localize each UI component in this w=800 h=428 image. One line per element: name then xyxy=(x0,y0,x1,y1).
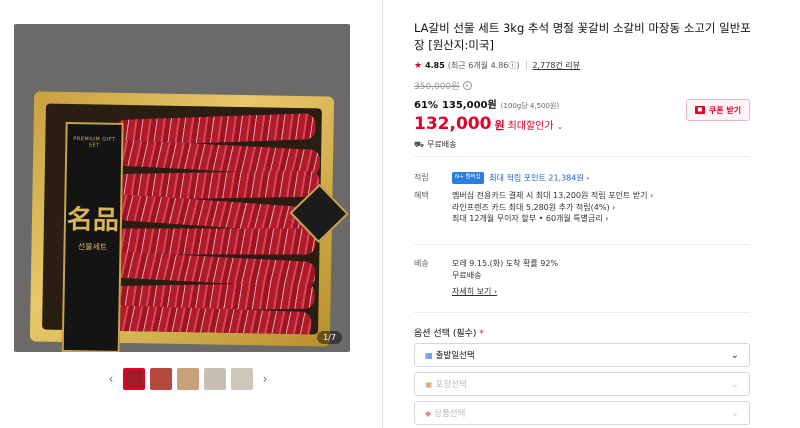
packaging-select[interactable]: ▣ 포장선택 ⌄ xyxy=(414,372,750,396)
points-body[interactable]: N+ 멤버십 최대 적립 포인트 21,384원 › xyxy=(452,172,752,184)
best-price: 132,000 xyxy=(414,114,492,134)
sale-price: 135,000원 xyxy=(441,100,497,111)
truck-icon: ⛟ xyxy=(414,139,425,149)
benefit-item[interactable]: 최대 12개월 무이자 할부 • 60개월 특별금리 › xyxy=(452,213,752,225)
product-info: LA갈비 선물 세트 3kg 추석 명절 꽃갈비 소갈비 마장동 소고기 일반포… xyxy=(414,20,754,150)
section-divider xyxy=(414,312,750,313)
star-icon: ★ xyxy=(414,60,423,71)
departure-date-select[interactable]: ▦ 출발일선택 ⌄ xyxy=(414,343,750,367)
thumbnail-5[interactable] xyxy=(231,368,253,390)
meat-strip xyxy=(103,228,316,255)
thumbnail-3[interactable] xyxy=(177,368,199,390)
rating-separator xyxy=(525,61,527,70)
label-hanja: 名品 xyxy=(66,204,120,236)
coupon-icon: ◼ xyxy=(694,106,705,114)
benefit-item[interactable]: 라인프렌즈 카드 최대 5,280원 추가 적립(4%) › xyxy=(452,202,752,214)
section-divider xyxy=(414,244,750,245)
best-price-won: 원 xyxy=(494,119,505,132)
thumbnail-4[interactable] xyxy=(204,368,226,390)
product-title: LA갈비 선물 세트 3kg 추석 명절 꽃갈비 소갈비 마장동 소고기 일반포… xyxy=(414,21,751,52)
calendar-icon: ▦ xyxy=(425,350,433,360)
prev-arrow-icon[interactable]: ‹ xyxy=(104,368,118,390)
product-main-image[interactable]: PREMIUM GIFT SET 名品 선물세트 1/7 xyxy=(14,24,350,352)
select-label: 출발일선택 xyxy=(435,351,475,361)
select-label: 포장선택 xyxy=(435,380,467,390)
delivery-label: 배송 xyxy=(414,259,429,268)
premium-gift-label: PREMIUM GIFT SET 名品 선물세트 xyxy=(61,121,124,352)
chevron-down-icon: ⌄ xyxy=(730,407,739,419)
chevron-down-icon: ⌄ xyxy=(730,349,739,361)
original-price-row: 350,000원 i xyxy=(414,79,754,92)
rating-row: ★ 4.85 (최근 6개월 4.86ⓘ) 2,778건 리뷰 xyxy=(414,60,754,71)
benefit-item[interactable]: 멤버십 전용카드 결제 시 최대 13,200원 적립 포인트 받기 › xyxy=(452,190,752,202)
rating-score: 4.85 xyxy=(425,61,445,70)
membership-badge: N+ 멤버십 xyxy=(452,172,484,184)
image-counter: 1/7 xyxy=(317,331,342,344)
shipping-row: ⛟ 무료배송 xyxy=(414,139,754,150)
next-arrow-icon[interactable]: › xyxy=(258,368,272,390)
chevron-down-icon: ⌄ xyxy=(730,378,739,390)
gift-icon: ▣ xyxy=(425,379,433,389)
delivery-fee: 무료배송 xyxy=(452,270,482,280)
coupon-label: 쿠폰 받기 xyxy=(708,105,742,115)
discount-percent: 61% xyxy=(414,100,438,111)
review-count-link[interactable]: 2,778건 리뷰 xyxy=(533,60,581,71)
delivery-detail-link[interactable]: 자세히 보기 › xyxy=(452,286,752,298)
rating-recent: (최근 6개월 4.86ⓘ) xyxy=(447,61,520,70)
delivery-eta: 모레 9.15.(화) 도착 확률 92% xyxy=(452,259,559,268)
benefit-label: 혜택 xyxy=(414,191,429,200)
required-mark: * xyxy=(479,329,484,339)
original-price: 350,000원 xyxy=(414,82,460,92)
thumbnail-strip: ‹ › xyxy=(104,368,272,390)
coupon-button[interactable]: ◼ 쿠폰 받기 xyxy=(686,99,750,121)
best-price-label: 최대할인가 xyxy=(507,121,554,132)
tag-icon: ◆ xyxy=(425,408,432,418)
thumbnail-1[interactable] xyxy=(123,368,145,390)
shipping-text: 무료배송 xyxy=(427,140,457,149)
points-label: 적립 xyxy=(414,173,429,182)
options-heading-text: 옵션 선택 (필수) xyxy=(414,329,477,339)
column-divider xyxy=(382,0,383,428)
select-label: 상품선택 xyxy=(434,409,466,419)
section-divider xyxy=(414,156,750,157)
product-select[interactable]: ◆ 상품선택 ⌄ xyxy=(414,401,750,425)
meat-strip xyxy=(105,304,312,335)
info-icon[interactable]: i xyxy=(462,81,472,90)
label-subtitle: 선물세트 xyxy=(77,241,108,252)
chevron-down-icon: ⌄ xyxy=(556,122,564,131)
label-english: PREMIUM GIFT SET xyxy=(73,136,116,149)
benefit-list: 멤버십 전용카드 결제 시 최대 13,200원 적립 포인트 받기 › 라인프… xyxy=(452,190,752,225)
delivery-body: 모레 9.15.(화) 도착 확률 92% 무료배송 자세히 보기 › xyxy=(452,258,752,298)
thumbnail-2[interactable] xyxy=(150,368,172,390)
points-text: 최대 적립 포인트 21,384원 › xyxy=(489,173,590,183)
options-heading: 옵션 선택 (필수) * xyxy=(414,326,484,339)
unit-price: (100g당 4,500원) xyxy=(500,102,560,110)
gift-tray: PREMIUM GIFT SET 名品 선물세트 xyxy=(29,91,349,352)
